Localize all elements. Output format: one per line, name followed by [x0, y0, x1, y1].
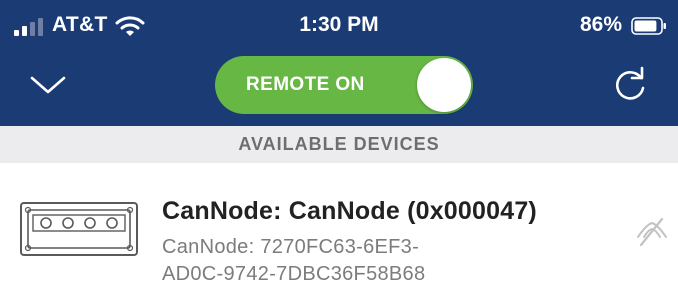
toggle-knob — [417, 58, 471, 112]
remote-toggle[interactable]: REMOTE ON — [215, 56, 473, 114]
app-header: AT&T 1:30 PM 86% REMOTE ON — [0, 0, 678, 126]
remote-toggle-label: REMOTE ON — [246, 74, 365, 95]
battery-icon — [631, 17, 666, 35]
device-identifier-line: CanNode: 7270FC63-6EF3- — [162, 236, 420, 258]
chevron-down-icon[interactable] — [28, 70, 68, 100]
refresh-icon[interactable] — [610, 64, 650, 104]
device-list-item[interactable]: CanNode: CanNode (0x000047) CanNode: 727… — [0, 163, 678, 303]
device-module-icon — [20, 202, 138, 256]
device-identifier: CanNode: 7270FC63-6EF3- AD0C-9742-7DBC36… — [162, 234, 562, 288]
device-identifier-line: AD0C-9742-7DBC36F58B68 — [162, 263, 426, 285]
section-header: AVAILABLE DEVICES — [0, 126, 678, 163]
status-bar: AT&T 1:30 PM 86% — [0, 0, 678, 52]
toolbar: REMOTE ON — [0, 52, 678, 126]
no-signal-icon — [637, 217, 667, 247]
status-time: 1:30 PM — [299, 13, 379, 36]
device-name: CanNode: CanNode (0x000047) — [162, 197, 537, 225]
battery-percentage: 86% — [579, 13, 622, 36]
